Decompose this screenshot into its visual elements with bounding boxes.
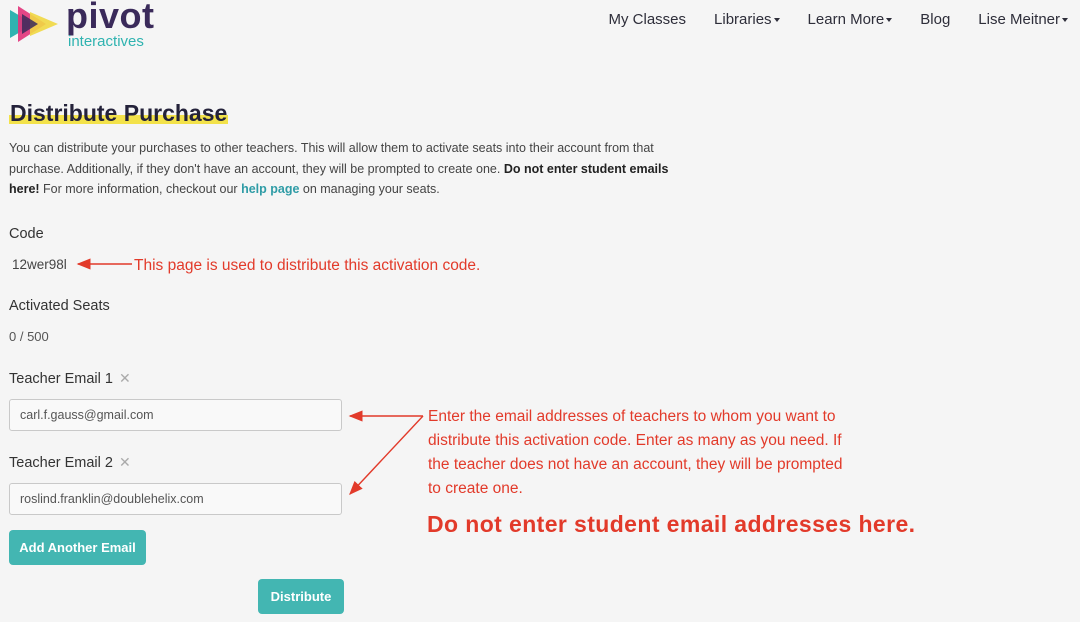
distribute-purchase-page: pivot interactives My Classes Libraries … [0, 0, 1080, 622]
email-annotation: Enter the email addresses of teachers to… [428, 408, 843, 497]
code-annotation: This page is used to distribute this act… [134, 257, 481, 274]
warning-annotation: Do not enter student email addresses her… [427, 511, 916, 537]
email2-arrow [349, 415, 424, 496]
